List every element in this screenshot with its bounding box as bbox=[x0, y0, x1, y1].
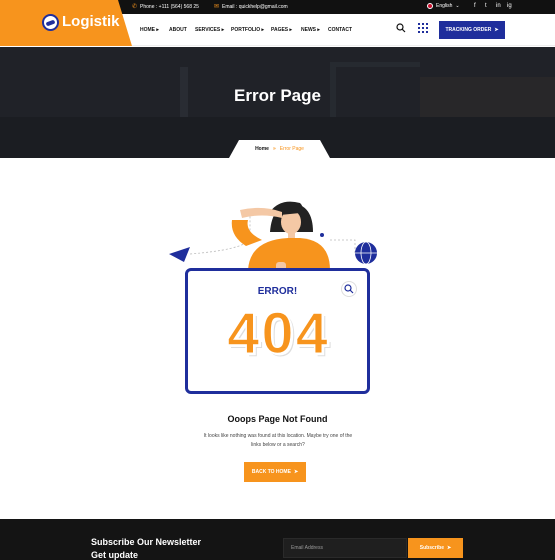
email-text: Email : quickhelp@gmail.com bbox=[222, 3, 288, 10]
breadcrumb: Home » Error Page bbox=[229, 140, 330, 158]
nav-pages[interactable]: PAGES ▸ bbox=[271, 27, 292, 33]
language-label: English bbox=[436, 3, 453, 9]
menu-grid-icon[interactable] bbox=[418, 23, 428, 33]
phone-text: Phone : +111 (564) 568 25 bbox=[140, 3, 199, 10]
magnifier-icon bbox=[341, 281, 357, 297]
instagram-icon[interactable]: ig bbox=[507, 3, 512, 9]
phone-info: ✆ Phone : +111 (564) 568 25 bbox=[132, 3, 199, 11]
error-code: 4 0 4 bbox=[188, 301, 367, 366]
nav-home[interactable]: HOME ▸ bbox=[140, 27, 159, 33]
error-digit: 0 bbox=[261, 301, 295, 366]
linkedin-icon[interactable]: in bbox=[496, 3, 501, 9]
subscribe-label: Subscribe bbox=[419, 545, 444, 551]
send-icon: ➤ bbox=[293, 469, 299, 475]
newsletter-title-line-2: Get update bbox=[91, 550, 139, 560]
flag-icon bbox=[427, 3, 433, 9]
logo[interactable]: Logistik bbox=[0, 0, 132, 46]
email-input[interactable]: Email Address bbox=[283, 538, 407, 558]
chevron-down-icon: ⌄ bbox=[455, 3, 460, 9]
phone-icon: ✆ bbox=[132, 4, 138, 10]
tracking-order-button[interactable]: TRACKING ORDER ➤ bbox=[439, 21, 505, 39]
back-to-home-button[interactable]: BACK TO HOME ➤ bbox=[244, 462, 306, 482]
error-heading: Ooops Page Not Found bbox=[227, 414, 328, 424]
language-select[interactable]: English ⌄ bbox=[427, 3, 460, 9]
newsletter-title: Subscribe Our Newsletter Get update bbox=[91, 536, 201, 560]
search-icon[interactable] bbox=[396, 23, 406, 33]
logo-globe-icon bbox=[42, 14, 59, 31]
error-digit: 4 bbox=[226, 301, 260, 366]
nav-news[interactable]: NEWS ▸ bbox=[301, 27, 320, 33]
newsletter-footer: Subscribe Our Newsletter Get update bbox=[0, 519, 555, 560]
nav-about[interactable]: ABOUT bbox=[169, 27, 187, 33]
nav-services[interactable]: SERVICES ▸ bbox=[195, 27, 224, 33]
breadcrumb-home[interactable]: Home bbox=[255, 146, 269, 152]
nav-contact[interactable]: CONTACT bbox=[328, 27, 352, 33]
tracking-order-label: TRACKING ORDER bbox=[445, 27, 492, 33]
nav-portfolio[interactable]: PORTFOLIO ▸ bbox=[231, 27, 264, 33]
breadcrumb-separator: » bbox=[272, 146, 276, 152]
newsletter-title-line-1: Subscribe Our Newsletter bbox=[91, 537, 202, 547]
back-to-home-label: BACK TO HOME bbox=[251, 469, 291, 475]
logo-text: Logistik bbox=[62, 13, 120, 30]
page-title: Error Page bbox=[234, 86, 321, 105]
facebook-icon[interactable]: f bbox=[474, 3, 476, 9]
subscribe-button[interactable]: Subscribe ➤ bbox=[408, 538, 463, 558]
error-digit: 4 bbox=[295, 301, 329, 366]
error-description: It looks like nothing was found at this … bbox=[203, 433, 353, 448]
twitter-icon[interactable]: t bbox=[485, 3, 487, 9]
email-info: ✉ Email : quickhelp@gmail.com bbox=[214, 3, 288, 11]
send-icon: ➤ bbox=[494, 27, 499, 33]
mail-icon: ✉ bbox=[214, 4, 220, 10]
send-icon: ➤ bbox=[446, 545, 452, 551]
breadcrumb-current: Error Page bbox=[279, 146, 304, 152]
